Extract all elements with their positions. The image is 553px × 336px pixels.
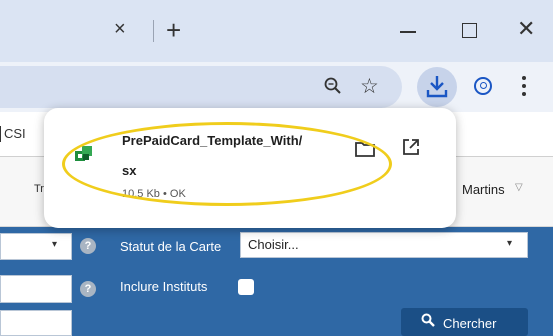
- download-icon[interactable]: [425, 74, 449, 105]
- minimize-button[interactable]: [400, 31, 416, 33]
- zoom-icon[interactable]: [323, 76, 343, 101]
- filter-select[interactable]: [0, 233, 72, 260]
- inclure-label: Inclure Instituts: [120, 279, 208, 294]
- help-icon[interactable]: ?: [80, 238, 96, 254]
- window-close-button[interactable]: ✕: [517, 16, 535, 42]
- tab-separator: [153, 20, 154, 42]
- maximize-button[interactable]: [462, 23, 477, 38]
- help-icon[interactable]: ?: [80, 281, 96, 297]
- open-external-icon[interactable]: [400, 136, 422, 163]
- user-menu[interactable]: Martins: [462, 182, 505, 197]
- statut-label: Statut de la Carte: [120, 239, 222, 254]
- tab-divider: [0, 126, 1, 142]
- inclure-checkbox[interactable]: [238, 279, 254, 295]
- page-tab[interactable]: CSI: [4, 126, 26, 141]
- chevron-down-icon[interactable]: ▾: [52, 239, 57, 250]
- chevron-down-icon[interactable]: ▾: [507, 238, 512, 249]
- bookmark-star-icon[interactable]: ☆: [360, 74, 379, 99]
- search-icon[interactable]: [421, 313, 435, 330]
- search-button-label[interactable]: Chercher: [443, 316, 496, 331]
- new-tab-button[interactable]: +: [166, 15, 181, 46]
- user-menu-caret-icon[interactable]: ▽: [515, 182, 523, 193]
- nav-item[interactable]: Tr: [34, 183, 44, 195]
- tab-close-button[interactable]: ×: [114, 18, 126, 41]
- filter-input[interactable]: [0, 275, 72, 303]
- filter-input-2[interactable]: [0, 310, 72, 336]
- highlight-ellipse: [62, 122, 392, 206]
- more-menu-icon[interactable]: [522, 76, 526, 96]
- statut-select-value: Choisir...: [248, 237, 299, 252]
- profile-icon[interactable]: [474, 77, 492, 95]
